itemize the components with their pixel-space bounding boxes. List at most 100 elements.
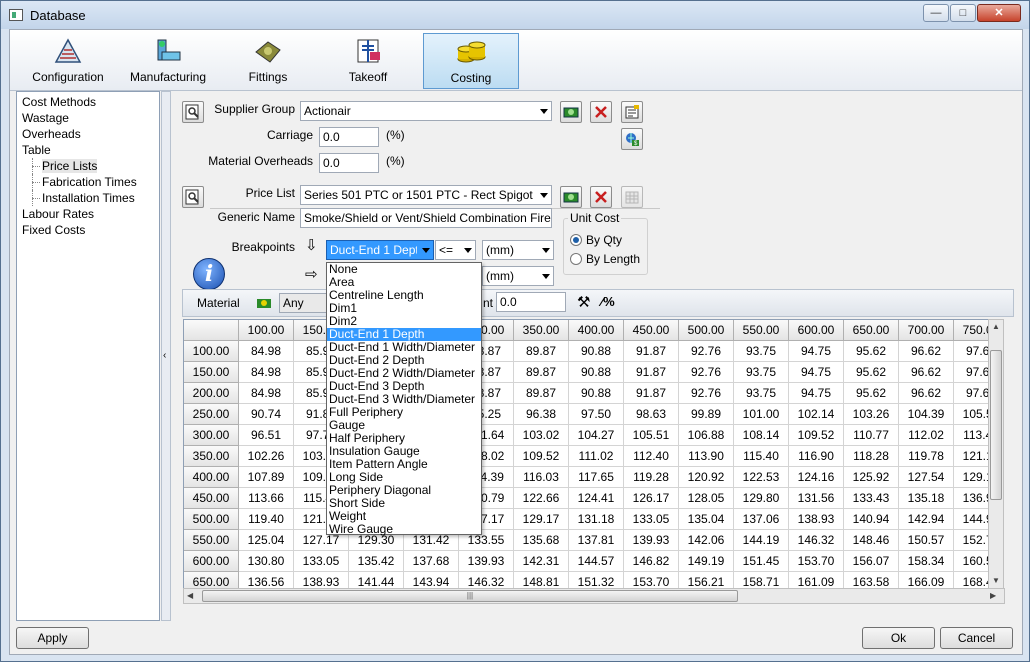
grid-cell[interactable]: 103.26 [844, 404, 899, 425]
breakpoint1-field-combo[interactable]: Duct-End 1 Depth [326, 240, 434, 260]
material-overheads-input[interactable]: 0.0 [319, 153, 379, 173]
by-qty-radio[interactable]: By Qty [570, 233, 622, 247]
grid-horizontal-scrollbar[interactable]: ◀ ||| ▶ [183, 588, 1005, 604]
grid-cell[interactable]: 119.78 [899, 446, 954, 467]
grid-cell[interactable]: 109.52 [789, 425, 844, 446]
cancel-button[interactable]: Cancel [940, 627, 1013, 649]
info-icon[interactable]: i [193, 258, 225, 290]
tree-item-installation-times[interactable]: Installation Times [17, 190, 159, 206]
supplier-group-combo[interactable]: Actionair [300, 101, 552, 121]
price-list-combo[interactable]: Series 501 PTC or 1501 PTC - Rect Spigot… [300, 185, 552, 205]
grid-vertical-scrollbar[interactable]: ▲ ▼ [988, 319, 1004, 590]
grid-cell[interactable]: 119.40 [239, 509, 294, 530]
row-header[interactable]: 150.00 [184, 362, 239, 383]
grid-cell[interactable]: 94.75 [789, 341, 844, 362]
grid-cell[interactable]: 111.02 [569, 446, 624, 467]
grid-cell[interactable]: 122.66 [514, 488, 569, 509]
grid-cell[interactable]: 96.38 [514, 404, 569, 425]
scroll-up-icon[interactable]: ▲ [992, 322, 1000, 331]
grid-cell[interactable]: 125.92 [844, 467, 899, 488]
grid-cell[interactable]: 144.57 [569, 551, 624, 572]
grid-cell[interactable]: 128.05 [679, 488, 734, 509]
grid-cell[interactable]: 84.98 [239, 362, 294, 383]
grid-cell[interactable]: 84.98 [239, 383, 294, 404]
tree-item-table[interactable]: Table [17, 142, 159, 158]
collapse-splitter[interactable]: ‹ [161, 91, 171, 621]
grid-cell[interactable]: 135.68 [514, 530, 569, 551]
price-list-add-button[interactable] [560, 186, 582, 208]
grid-cell[interactable]: 84.98 [239, 341, 294, 362]
grid-cell[interactable]: 104.39 [899, 404, 954, 425]
grid-cell[interactable]: 151.45 [734, 551, 789, 572]
grid-cell[interactable]: 133.05 [294, 551, 349, 572]
grid-cell[interactable]: 129.80 [734, 488, 789, 509]
row-header[interactable]: 550.00 [184, 530, 239, 551]
dropdown-option[interactable]: Wire Gauge [327, 523, 481, 536]
grid-cell[interactable]: 139.93 [624, 530, 679, 551]
grid-cell[interactable]: 133.43 [844, 488, 899, 509]
grid-cell[interactable]: 95.62 [844, 341, 899, 362]
grid-cell[interactable]: 133.05 [624, 509, 679, 530]
generic-name-input[interactable]: Smoke/Shield or Vent/Shield Combination … [300, 208, 552, 228]
toolbar-takeoff[interactable]: Takeoff [322, 33, 414, 89]
grid-cell[interactable]: 97.50 [569, 404, 624, 425]
row-header[interactable]: 300.00 [184, 425, 239, 446]
material-combo[interactable]: Any [279, 293, 329, 313]
grid-cell[interactable]: 92.76 [679, 362, 734, 383]
grid-cell[interactable]: 90.88 [569, 362, 624, 383]
toolbar-manufacturing[interactable]: Manufacturing [122, 33, 214, 89]
grid-cell[interactable]: 158.34 [899, 551, 954, 572]
toolbar-fittings[interactable]: Fittings [222, 33, 314, 89]
grid-cell[interactable]: 95.62 [844, 383, 899, 404]
grid-cell[interactable]: 126.17 [624, 488, 679, 509]
column-header[interactable]: 550.00 [734, 320, 789, 341]
grid-cell[interactable]: 93.75 [734, 362, 789, 383]
grid-cell[interactable]: 90.74 [239, 404, 294, 425]
grid-cell[interactable]: 89.87 [514, 341, 569, 362]
breakpoint2-unit-combo[interactable]: (mm) [482, 266, 554, 286]
column-header[interactable]: 650.00 [844, 320, 899, 341]
grid-cell[interactable]: 96.62 [899, 383, 954, 404]
grid-cell[interactable]: 115.40 [734, 446, 789, 467]
grid-cell[interactable]: 140.94 [844, 509, 899, 530]
grid-cell[interactable]: 138.93 [789, 509, 844, 530]
grid-cell[interactable]: 92.76 [679, 383, 734, 404]
close-button[interactable]: ✕ [977, 4, 1021, 22]
grid-cell[interactable]: 135.18 [899, 488, 954, 509]
grid-cell[interactable]: 99.89 [679, 404, 734, 425]
column-header[interactable]: 700.00 [899, 320, 954, 341]
grid-cell[interactable]: 102.14 [789, 404, 844, 425]
grid-cell[interactable]: 112.40 [624, 446, 679, 467]
row-header[interactable]: 500.00 [184, 509, 239, 530]
grid-cell[interactable]: 91.87 [624, 383, 679, 404]
price-list-delete-button[interactable] [590, 186, 612, 208]
grid-cell[interactable]: 91.87 [624, 341, 679, 362]
column-header[interactable]: 100.00 [239, 320, 294, 341]
grid-cell[interactable]: 124.16 [789, 467, 844, 488]
tree-item-overheads[interactable]: Overheads [17, 126, 159, 142]
maximize-button[interactable]: □ [950, 4, 976, 22]
grid-cell[interactable]: 150.57 [899, 530, 954, 551]
scroll-left-icon[interactable]: ◀ [187, 591, 193, 600]
grid-cell[interactable]: 153.70 [789, 551, 844, 572]
breakpoint1-unit-combo[interactable]: (mm) [482, 240, 554, 260]
toolbar-configuration[interactable]: Configuration [22, 33, 114, 89]
grid-cell[interactable]: 93.75 [734, 383, 789, 404]
grid-cell[interactable]: 101.00 [734, 404, 789, 425]
row-header[interactable]: 450.00 [184, 488, 239, 509]
grid-cell[interactable]: 139.93 [459, 551, 514, 572]
tree-item-fixed-costs[interactable]: Fixed Costs [17, 222, 159, 238]
scroll-thumb[interactable]: ||| [202, 590, 738, 602]
grid-cell[interactable]: 142.94 [899, 509, 954, 530]
grid-cell[interactable]: 137.81 [569, 530, 624, 551]
amount-input[interactable]: 0.0 [496, 292, 566, 312]
grid-cell[interactable]: 107.89 [239, 467, 294, 488]
grid-cell[interactable]: 96.51 [239, 425, 294, 446]
row-header[interactable]: 200.00 [184, 383, 239, 404]
scroll-right-icon[interactable]: ▶ [990, 591, 996, 600]
grid-cell[interactable]: 90.88 [569, 383, 624, 404]
price-list-edit-button[interactable] [621, 186, 643, 208]
grid-cell[interactable]: 148.46 [844, 530, 899, 551]
grid-cell[interactable]: 120.92 [679, 467, 734, 488]
ok-button[interactable]: Ok [862, 627, 935, 649]
